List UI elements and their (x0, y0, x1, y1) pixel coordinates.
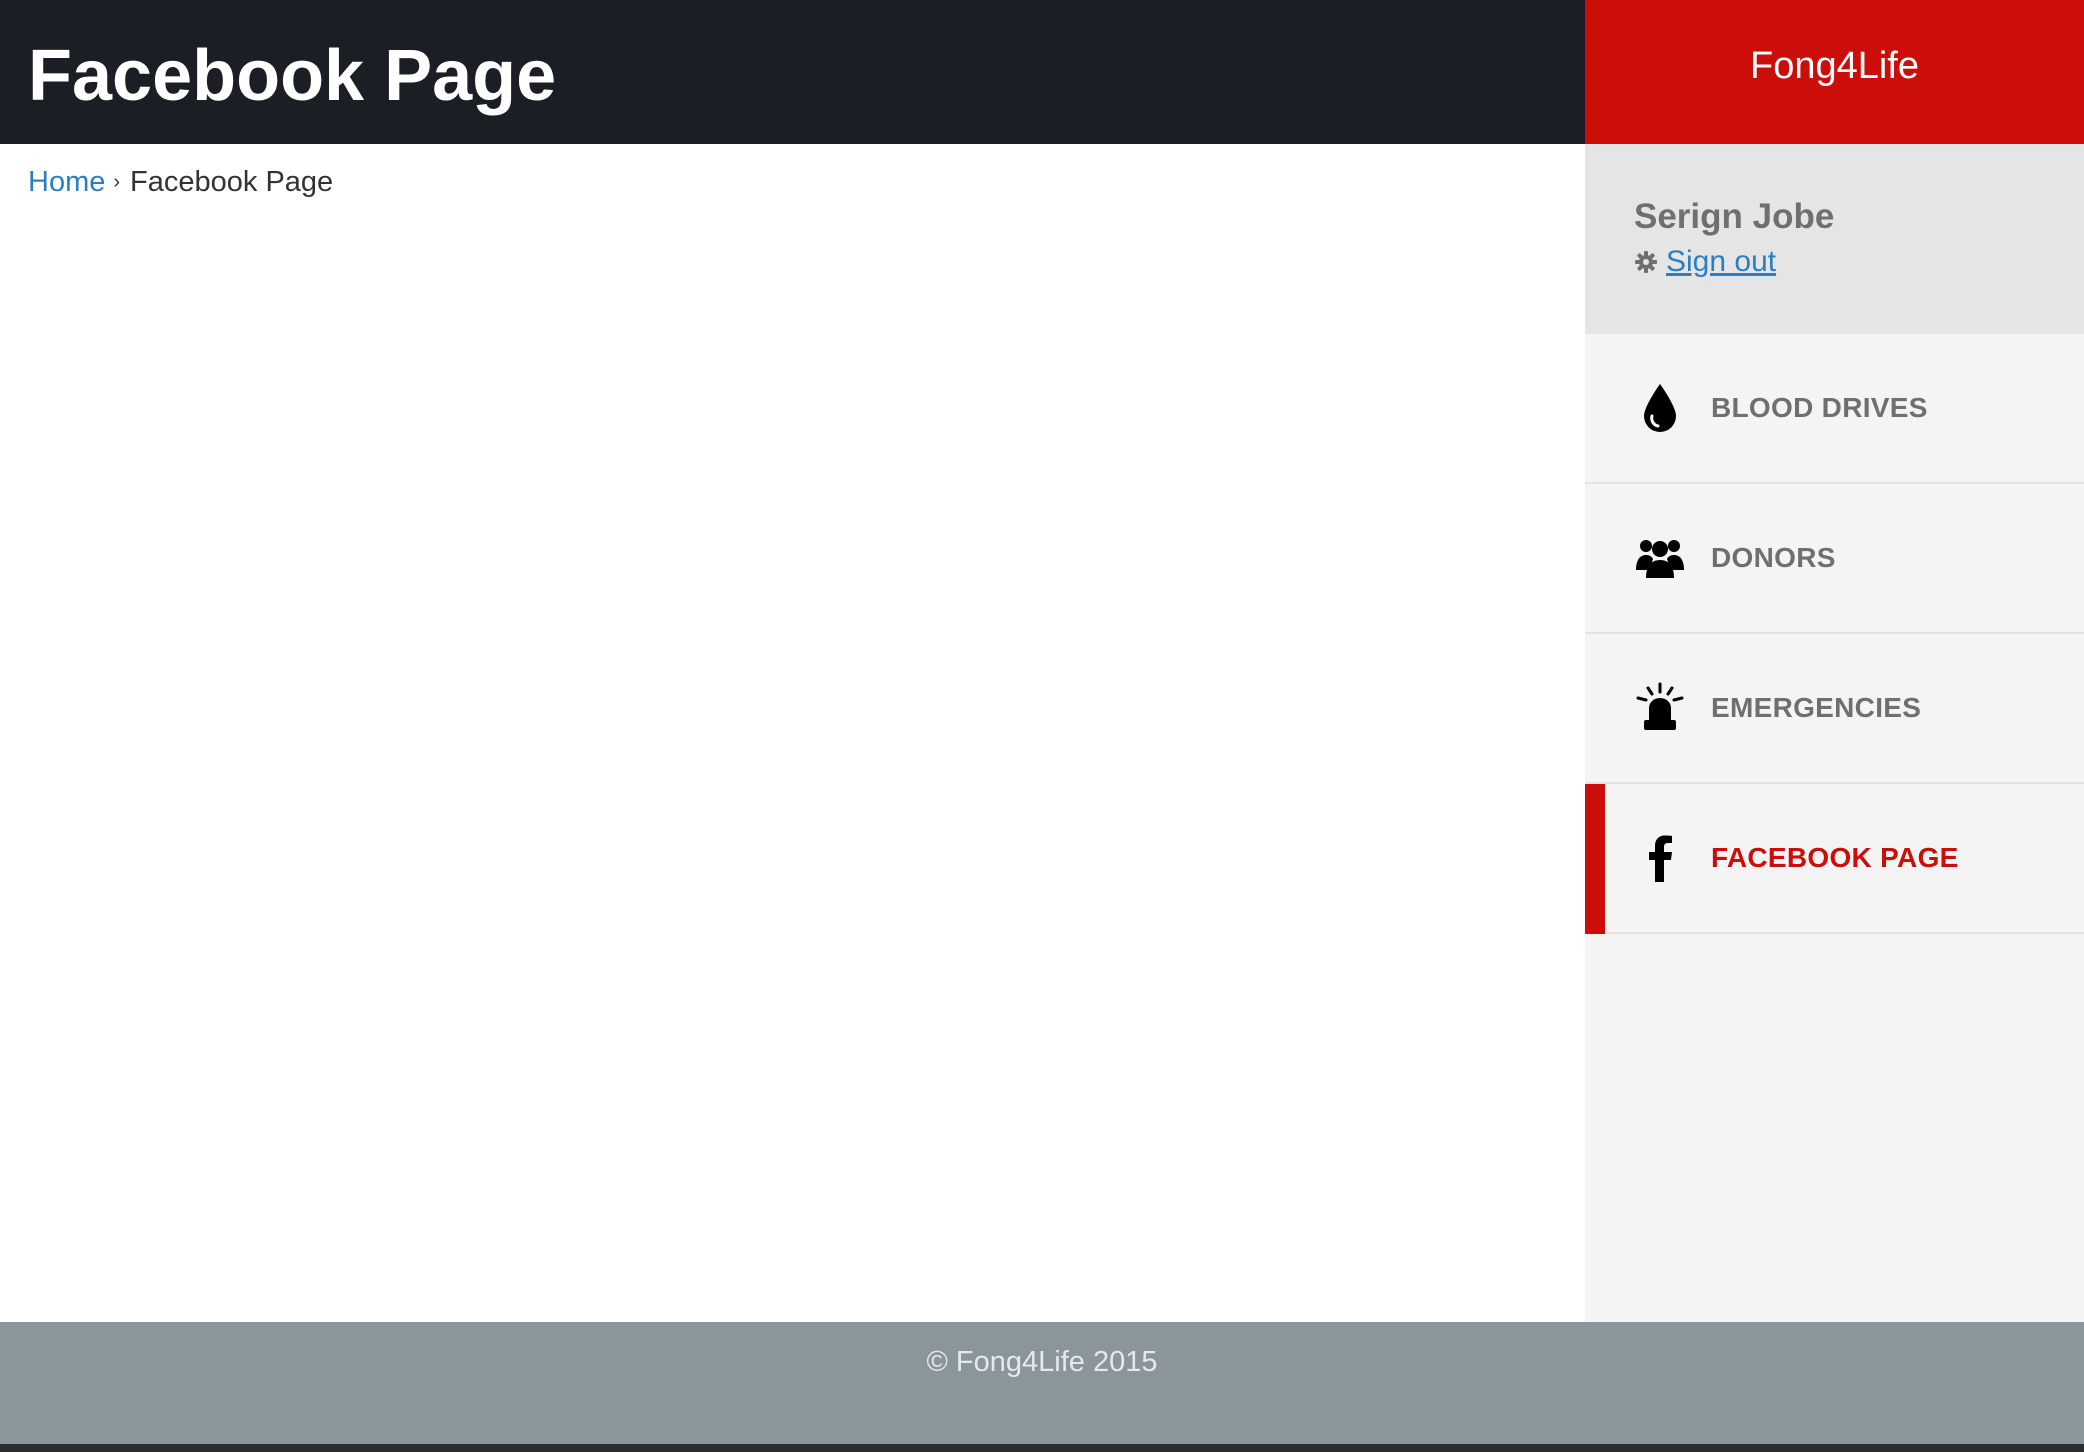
sidebar-item-label: DONORS (1711, 542, 1836, 573)
page-header: Facebook Page (0, 0, 1585, 144)
brand-label: Fong4Life (1749, 44, 1919, 87)
breadcrumb-current: Facebook Page (130, 166, 334, 198)
breadcrumb-separator: › (113, 171, 121, 193)
sign-out-link[interactable]: Sign out (1634, 245, 1776, 279)
page-title: Facebook Page (28, 36, 557, 116)
people-icon (1633, 531, 1687, 585)
sidebar-item-emergencies[interactable]: EMERGENCIES (1585, 634, 2084, 784)
sidebar-item-label: FACEBOOK PAGE (1711, 842, 1959, 873)
page-footer: © Fong4Life 2015 (0, 1322, 2084, 1444)
sidebar-item-donors[interactable]: DONORS (1585, 484, 2084, 634)
bottom-strip (0, 1444, 2084, 1452)
sidebar: Serign Jobe Sign out BLOOD DRIVES DONORS… (1585, 144, 2084, 1322)
breadcrumb: Home › Facebook Page (28, 166, 333, 199)
footer-copyright: © Fong4Life 2015 (926, 1346, 1158, 1378)
blood-drop-icon (1633, 381, 1687, 435)
sidebar-item-label: BLOOD DRIVES (1711, 392, 1928, 423)
sidebar-item-label: EMERGENCIES (1711, 692, 1922, 723)
sidebar-item-facebook-page[interactable]: FACEBOOK PAGE (1585, 784, 2084, 934)
breadcrumb-home-link[interactable]: Home (28, 166, 105, 198)
siren-icon (1633, 681, 1687, 735)
sign-out-label: Sign out (1666, 245, 1777, 278)
user-name: Serign Jobe (1634, 197, 1835, 236)
gear-icon (1635, 251, 1657, 273)
sidebar-item-blood-drives[interactable]: BLOOD DRIVES (1585, 334, 2084, 484)
active-indicator (1585, 784, 1605, 934)
brand-logo[interactable]: Fong4Life (1585, 0, 2084, 144)
facebook-icon (1633, 831, 1687, 885)
user-panel: Serign Jobe Sign out (1585, 144, 2084, 334)
